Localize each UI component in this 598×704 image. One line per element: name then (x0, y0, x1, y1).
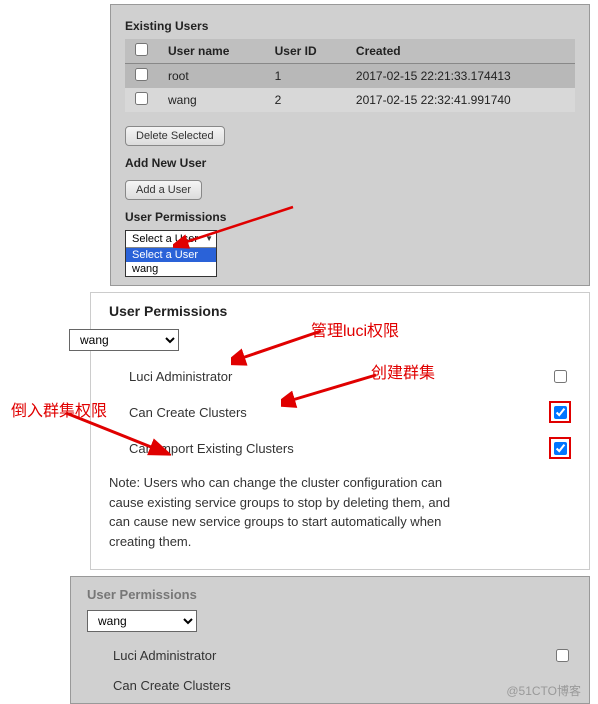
permissions-note: Note: Users who can change the cluster c… (109, 473, 469, 551)
select-option-selected[interactable]: Select a User (126, 248, 216, 262)
existing-users-title: Existing Users (125, 19, 575, 33)
perm-label: Can Create Clusters (87, 678, 347, 693)
table-row: root 1 2017-02-15 22:21:33.174413 (125, 64, 575, 89)
user-select-bottom[interactable]: wang (87, 610, 197, 632)
perm-row-create-clusters: Can Create Clusters (87, 678, 573, 693)
col-created: Created (346, 39, 575, 64)
create-clusters-checkbox[interactable] (554, 406, 567, 419)
users-panel: Existing Users User name User ID Created… (110, 4, 590, 286)
perm-row-luci-admin: Luci Administrator (109, 365, 571, 387)
user-select-dropdown[interactable]: Select a User Select a User wang (125, 230, 217, 277)
permissions-title-faded: User Permissions (87, 587, 573, 602)
user-permissions-title: User Permissions (125, 210, 575, 224)
table-row: wang 2 2017-02-15 22:32:41.991740 (125, 88, 575, 112)
perm-label: Can Create Clusters (109, 405, 329, 420)
select-all-checkbox[interactable] (135, 43, 148, 56)
cell-username: wang (158, 88, 265, 112)
perm-label: Can Import Existing Clusters (109, 441, 329, 456)
permissions-panel-bottom: User Permissions wang Luci Administrator… (70, 576, 590, 704)
permissions-title: User Permissions (109, 303, 571, 319)
import-clusters-checkbox[interactable] (554, 442, 567, 455)
cell-created: 2017-02-15 22:32:41.991740 (346, 88, 575, 112)
arrow-icon (231, 329, 341, 369)
luci-admin-checkbox-bottom[interactable] (556, 649, 569, 662)
select-options: Select a User wang (126, 247, 216, 276)
user-select[interactable]: wang (69, 329, 179, 351)
users-table: User name User ID Created root 1 2017-02… (125, 39, 575, 112)
luci-admin-checkbox[interactable] (554, 370, 567, 383)
perm-row-import-clusters: Can Import Existing Clusters (109, 437, 571, 459)
perm-label: Luci Administrator (109, 369, 329, 384)
watermark-text: @51CTO博客 (506, 682, 581, 699)
cell-username: root (158, 64, 265, 89)
col-username: User name (158, 39, 265, 64)
select-option[interactable]: wang (126, 262, 216, 276)
row-checkbox[interactable] (135, 68, 148, 81)
col-userid: User ID (265, 39, 346, 64)
cell-userid: 1 (265, 64, 346, 89)
row-checkbox[interactable] (135, 92, 148, 105)
annotation-text: 管理luci权限 (311, 317, 399, 341)
cell-created: 2017-02-15 22:21:33.174413 (346, 64, 575, 89)
perm-label: Luci Administrator (87, 648, 347, 663)
add-user-button[interactable]: Add a User (125, 180, 202, 200)
perm-row-create-clusters: Can Create Clusters (109, 401, 571, 423)
delete-selected-button[interactable]: Delete Selected (125, 126, 225, 146)
permissions-panel: User Permissions wang Luci Administrator… (90, 292, 590, 570)
table-header-row: User name User ID Created (125, 39, 575, 64)
cell-userid: 2 (265, 88, 346, 112)
annotation-text: 倒入群集权限 (11, 397, 107, 421)
add-user-title: Add New User (125, 156, 575, 170)
perm-row-luci-admin: Luci Administrator (87, 644, 573, 666)
select-current: Select a User (126, 231, 216, 247)
